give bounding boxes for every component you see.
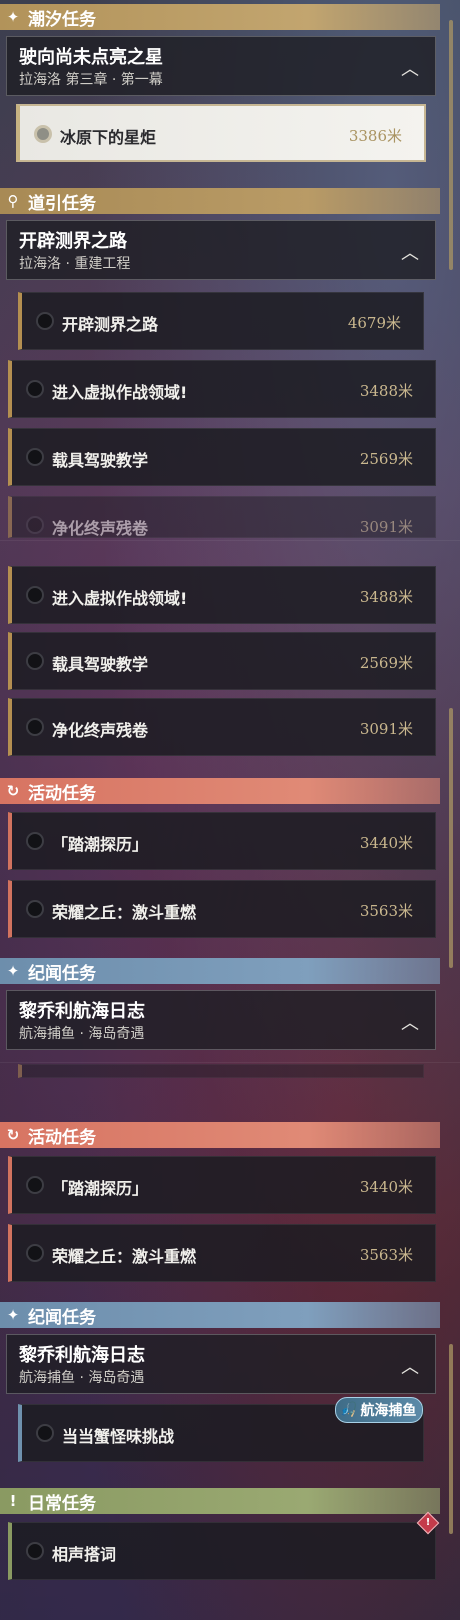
- group-title: 黎乔利航海日志: [19, 1001, 145, 1022]
- task-row[interactable]: 载具驾驶教学 2569米: [8, 632, 436, 690]
- task-radio: [26, 448, 44, 466]
- section-title: 道引任务: [28, 193, 96, 214]
- task-radio: [34, 125, 52, 143]
- task-radio: [26, 900, 44, 918]
- task-name: 荣耀之丘：激斗重燃: [52, 903, 197, 922]
- scrollbar[interactable]: [449, 1344, 453, 1534]
- group-subtitle: 航海捕鱼 · 海岛奇遇: [19, 1026, 145, 1042]
- task-name: 「踏潮探历」: [52, 835, 149, 854]
- task-name: 净化终声残卷: [52, 721, 149, 740]
- section-header-daily: ! 日常任务: [0, 1488, 440, 1514]
- fishing-badge: 🎣 航海捕鱼: [335, 1397, 424, 1423]
- task-radio: [26, 586, 44, 604]
- task-name: 相声搭词: [52, 1545, 117, 1564]
- section-title: 活动任务: [28, 1127, 96, 1148]
- quest-group-lore[interactable]: 黎乔利航海日志 航海捕鱼 · 海岛奇遇 ︿: [6, 990, 436, 1050]
- task-name: 载具驾驶教学: [52, 451, 149, 470]
- group-title: 开辟测界之路: [19, 231, 127, 252]
- fishing-icon: 🎣: [340, 1402, 358, 1418]
- section-header-tide: ✦ 潮汐任务: [0, 4, 440, 30]
- group-subtitle: 拉海洛 · 重建工程: [19, 256, 131, 272]
- sparkle-icon: ✦: [6, 962, 20, 980]
- task-radio: [26, 380, 44, 398]
- alert-icon: !: [9, 1492, 17, 1510]
- chevron-up-icon[interactable]: ︿: [401, 55, 419, 81]
- task-distance: 3488米: [359, 588, 413, 606]
- section-header-event: ↻ 活动任务: [0, 778, 440, 804]
- task-name: 净化终声残卷: [52, 519, 149, 538]
- section-header-lore: ✦ 纪闻任务: [0, 1302, 440, 1328]
- scrollbar[interactable]: [449, 20, 453, 270]
- task-row[interactable]: 开辟测界之路 4679米: [18, 292, 424, 350]
- task-distance: 3488米: [359, 382, 413, 400]
- chevron-up-icon[interactable]: ︿: [401, 1009, 419, 1035]
- section-title: 潮汐任务: [28, 9, 96, 30]
- task-row-partial: [18, 1064, 424, 1078]
- section-title: 活动任务: [28, 783, 96, 804]
- section-title: 纪闻任务: [28, 963, 96, 984]
- badge-label: 航海捕鱼: [360, 1403, 417, 1419]
- task-distance: 2569米: [359, 450, 413, 468]
- group-subtitle: 航海捕鱼 · 海岛奇遇: [19, 1370, 145, 1386]
- scrollbar[interactable]: [449, 708, 453, 968]
- task-name: 开辟测界之路: [62, 315, 159, 334]
- section-header-event: ↻ 活动任务: [0, 1122, 440, 1148]
- task-row-partial: 净化终声残卷 3091米: [8, 496, 436, 538]
- task-name: 进入虚拟作战领域!: [52, 383, 188, 402]
- task-row[interactable]: 净化终声残卷 3091米: [8, 698, 436, 756]
- task-radio: [26, 516, 44, 534]
- section-header-guide: ⚲ 道引任务: [0, 188, 440, 214]
- scroll-seam: [0, 540, 460, 541]
- task-row[interactable]: 相声搭词: [8, 1522, 436, 1580]
- section-header-lore: ✦ 纪闻任务: [0, 958, 440, 984]
- task-radio: [26, 1176, 44, 1194]
- task-distance: 3440米: [359, 834, 413, 852]
- task-row[interactable]: 进入虚拟作战领域! 3488米: [8, 360, 436, 418]
- group-title: 驶向尚未点亮之星: [19, 47, 163, 68]
- section-title: 日常任务: [28, 1493, 96, 1514]
- task-name: 荣耀之丘：激斗重燃: [52, 1247, 197, 1266]
- task-distance: 3091米: [359, 720, 413, 738]
- task-name: 载具驾驶教学: [52, 655, 149, 674]
- map-pin-icon: ⚲: [7, 192, 19, 210]
- task-distance: 3563米: [359, 1246, 413, 1264]
- event-refresh-icon: ↻: [6, 1126, 20, 1144]
- quest-group-tide[interactable]: 驶向尚未点亮之星 拉海洛 第三章 · 第一幕 ︿: [6, 36, 436, 96]
- quest-group-guide[interactable]: 开辟测界之路 拉海洛 · 重建工程 ︿: [6, 220, 436, 280]
- task-row[interactable]: 「踏潮探历」 3440米: [8, 1156, 436, 1214]
- task-distance: 2569米: [359, 654, 413, 672]
- task-distance: 3440米: [359, 1178, 413, 1196]
- task-name: 冰原下的星炬: [60, 128, 157, 147]
- task-radio: [36, 1424, 54, 1442]
- scroll-seam: [0, 1062, 460, 1063]
- sparkle-icon: ✦: [6, 1306, 20, 1324]
- task-radio: [26, 652, 44, 670]
- task-row[interactable]: 荣耀之丘：激斗重燃 3563米: [8, 880, 436, 938]
- task-distance: 3386米: [348, 127, 402, 145]
- chevron-up-icon[interactable]: ︿: [401, 239, 419, 265]
- task-name: 当当蟹怪味挑战: [62, 1427, 175, 1446]
- task-name: 「踏潮探历」: [52, 1179, 149, 1198]
- group-subtitle: 拉海洛 第三章 · 第一幕: [19, 72, 163, 88]
- task-radio: [26, 718, 44, 736]
- task-row-selected[interactable]: 冰原下的星炬 3386米: [16, 104, 426, 162]
- task-row[interactable]: 进入虚拟作战领域! 3488米: [8, 566, 436, 624]
- sparkle-icon: ✦: [6, 8, 20, 26]
- task-row[interactable]: 「踏潮探历」 3440米: [8, 812, 436, 870]
- chevron-up-icon[interactable]: ︿: [401, 1353, 419, 1379]
- section-title: 纪闻任务: [28, 1307, 96, 1328]
- event-refresh-icon: ↻: [6, 782, 20, 800]
- task-row[interactable]: 荣耀之丘：激斗重燃 3563米: [8, 1224, 436, 1282]
- group-title: 黎乔利航海日志: [19, 1345, 145, 1366]
- task-name: 进入虚拟作战领域!: [52, 589, 188, 608]
- task-distance: 3091米: [359, 518, 413, 536]
- quest-group-lore[interactable]: 黎乔利航海日志 航海捕鱼 · 海岛奇遇 ︿: [6, 1334, 436, 1394]
- task-radio: [26, 1542, 44, 1560]
- task-row[interactable]: 载具驾驶教学 2569米: [8, 428, 436, 486]
- task-radio: [26, 1244, 44, 1262]
- task-radio: [36, 312, 54, 330]
- task-distance: 4679米: [347, 314, 401, 332]
- task-distance: 3563米: [359, 902, 413, 920]
- task-radio: [26, 832, 44, 850]
